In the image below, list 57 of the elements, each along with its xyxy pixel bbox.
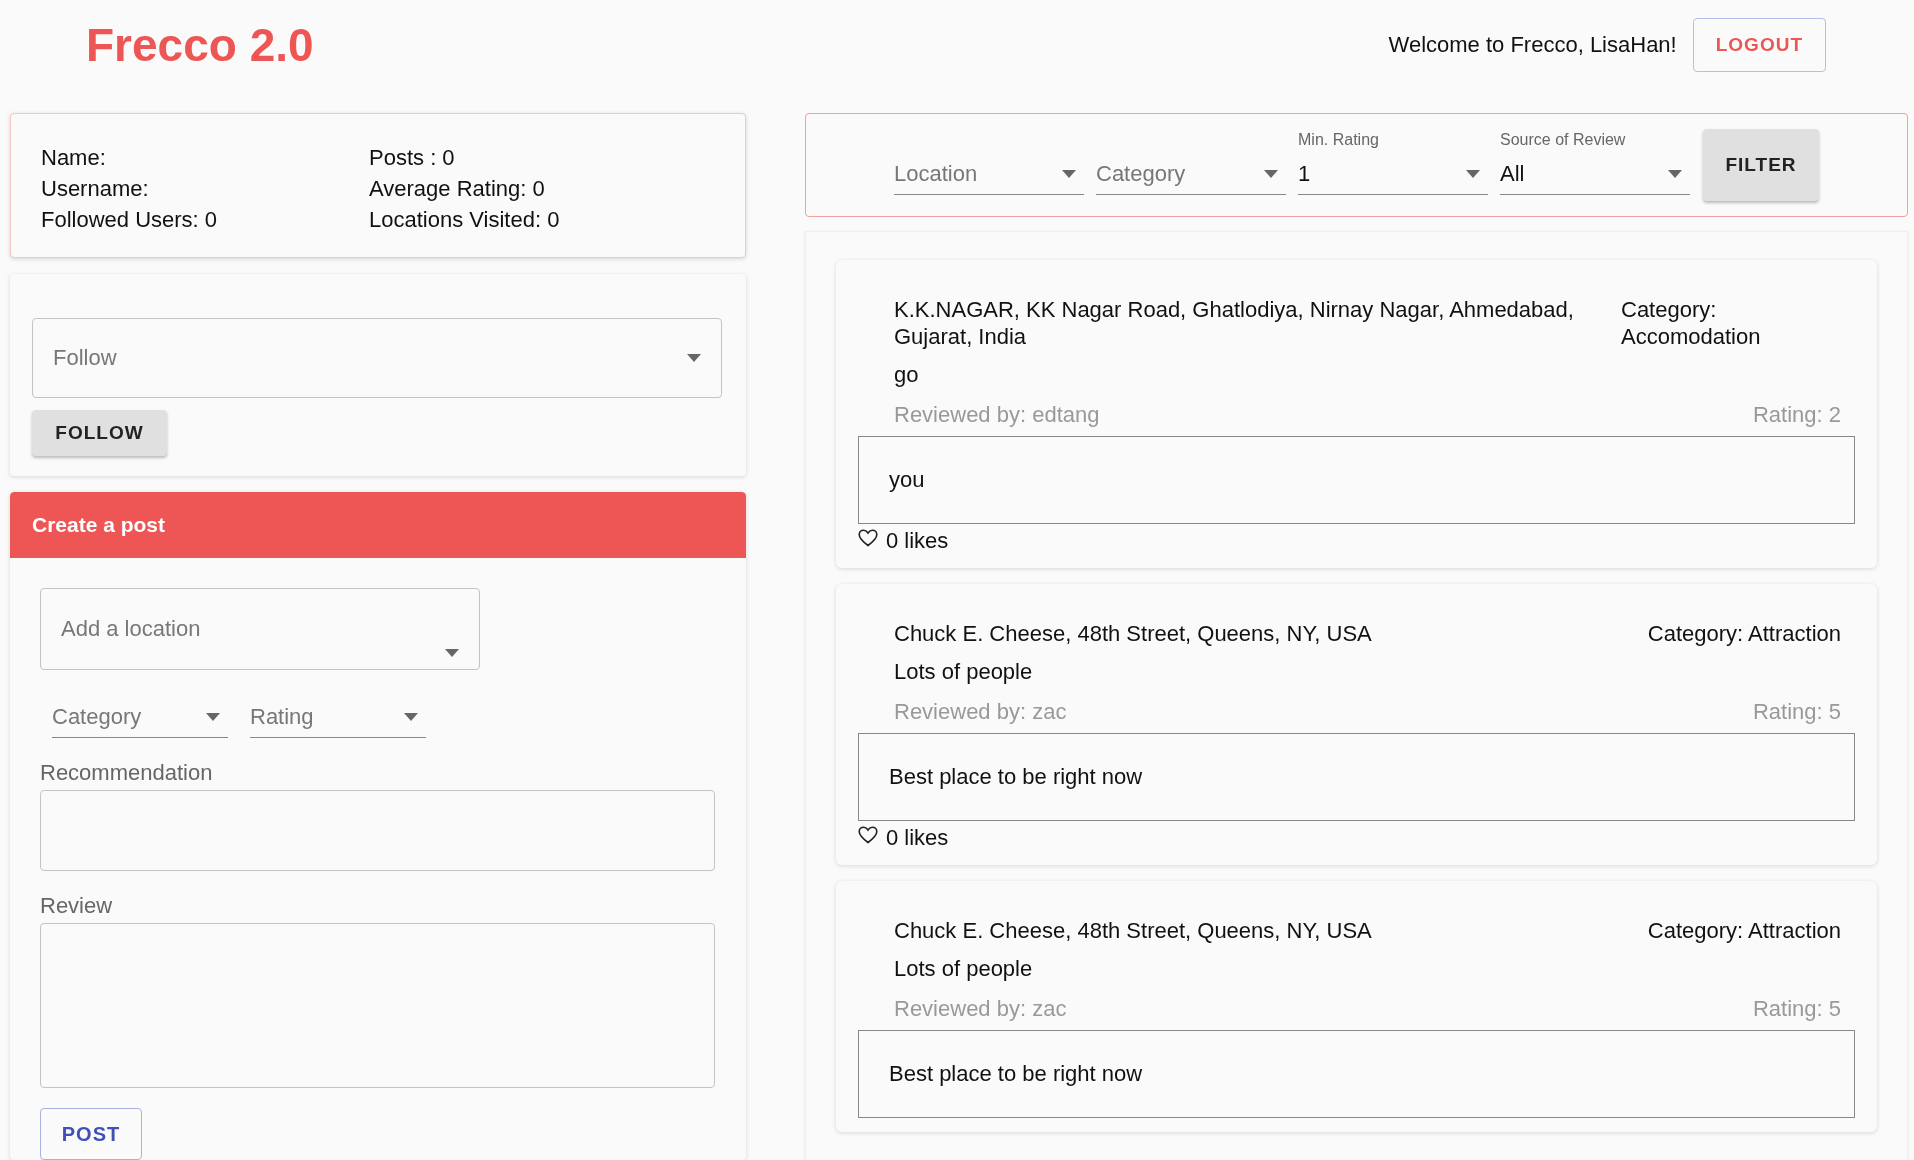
- logout-button[interactable]: LOGOUT: [1692, 18, 1826, 72]
- review-text: Best place to be right now: [858, 733, 1855, 821]
- profile-text: Name:: [41, 144, 107, 172]
- welcome-text: Welcome to Frecco, LisaHan!: [1388, 32, 1677, 58]
- caret-icon: [206, 712, 220, 721]
- profile-text: Locations Visited: 0: [369, 206, 561, 234]
- rating-text: Rating: 5: [1752, 699, 1841, 725]
- rating-dropdown[interactable]: Rating: [250, 696, 426, 738]
- follow-dropdown[interactable]: Follow: [32, 318, 722, 398]
- location-dropdown[interactable]: Add a location: [40, 588, 480, 670]
- profile-text: Average Rating: 0: [369, 175, 546, 203]
- post-recommendation: Lots of people: [893, 955, 1034, 982]
- caret-icon: [1668, 169, 1682, 178]
- likes-count: 0 likes: [886, 825, 949, 851]
- follow-button[interactable]: FOLLOW: [32, 410, 167, 456]
- profile-text: Posts : 0: [369, 144, 456, 172]
- filter-label: Min. Rating: [1298, 131, 1380, 150]
- caret-icon: [445, 649, 459, 657]
- filter-dropdown[interactable]: Category: [1096, 153, 1286, 195]
- profile-text: Followed Users: 0: [41, 206, 219, 234]
- rating-text: Rating: 5: [1752, 996, 1841, 1022]
- caret-icon: [1466, 169, 1480, 178]
- create-post-header: Create a post: [10, 492, 746, 558]
- caret-icon: [1062, 169, 1076, 178]
- caret-icon: [1264, 169, 1278, 178]
- post-location: K.K.NAGAR, KK Nagar Road, Ghatlodiya, Nirnay Nagar, Ahmedabad, Gujarat, India: [894, 296, 1575, 350]
- reviewer-text: Reviewed by: zac: [894, 996, 1067, 1022]
- filter-label: Source of Review: [1500, 131, 1627, 150]
- post-location: Chuck E. Cheese, 48th Street, Queens, NY, USA: [894, 620, 1373, 647]
- heart-icon[interactable]: [858, 826, 878, 844]
- post-category: Category: Accomodation: [1621, 296, 1762, 350]
- profile-text: Username:: [41, 175, 150, 203]
- review-text: Best place to be right now: [858, 1030, 1855, 1118]
- filter-dropdown[interactable]: Location: [894, 153, 1084, 195]
- rating-text: Rating: 2: [1752, 402, 1841, 428]
- caret-icon: [404, 712, 418, 721]
- post-category: Category: Attraction: [1646, 917, 1841, 944]
- likes-count: 0 likes: [886, 528, 949, 554]
- review-field[interactable]: [40, 923, 715, 1088]
- post-category: Category: Attraction: [1646, 620, 1841, 647]
- post-recommendation: Lots of people: [893, 658, 1034, 685]
- post-location: Chuck E. Cheese, 48th Street, Queens, NY, USA: [894, 917, 1373, 944]
- post-recommendation: go: [893, 361, 920, 388]
- recommendation-label: Recommendation: [40, 760, 213, 786]
- recommendation-field[interactable]: [40, 790, 715, 871]
- reviewer-text: Reviewed by: edtang: [894, 402, 1100, 428]
- filter-dropdown[interactable]: All: [1500, 153, 1690, 195]
- reviewer-text: Reviewed by: zac: [894, 699, 1067, 725]
- filter-dropdown[interactable]: 1: [1298, 153, 1488, 195]
- post-button[interactable]: POST: [40, 1108, 142, 1160]
- filter-button[interactable]: FILTER: [1703, 129, 1819, 201]
- review-text: you: [858, 436, 1855, 524]
- heart-icon[interactable]: [858, 529, 878, 547]
- review-label: Review: [40, 893, 113, 919]
- category-dropdown[interactable]: Category: [52, 696, 228, 738]
- caret-icon: [687, 354, 701, 362]
- app-title: Frecco 2.0: [86, 18, 314, 72]
